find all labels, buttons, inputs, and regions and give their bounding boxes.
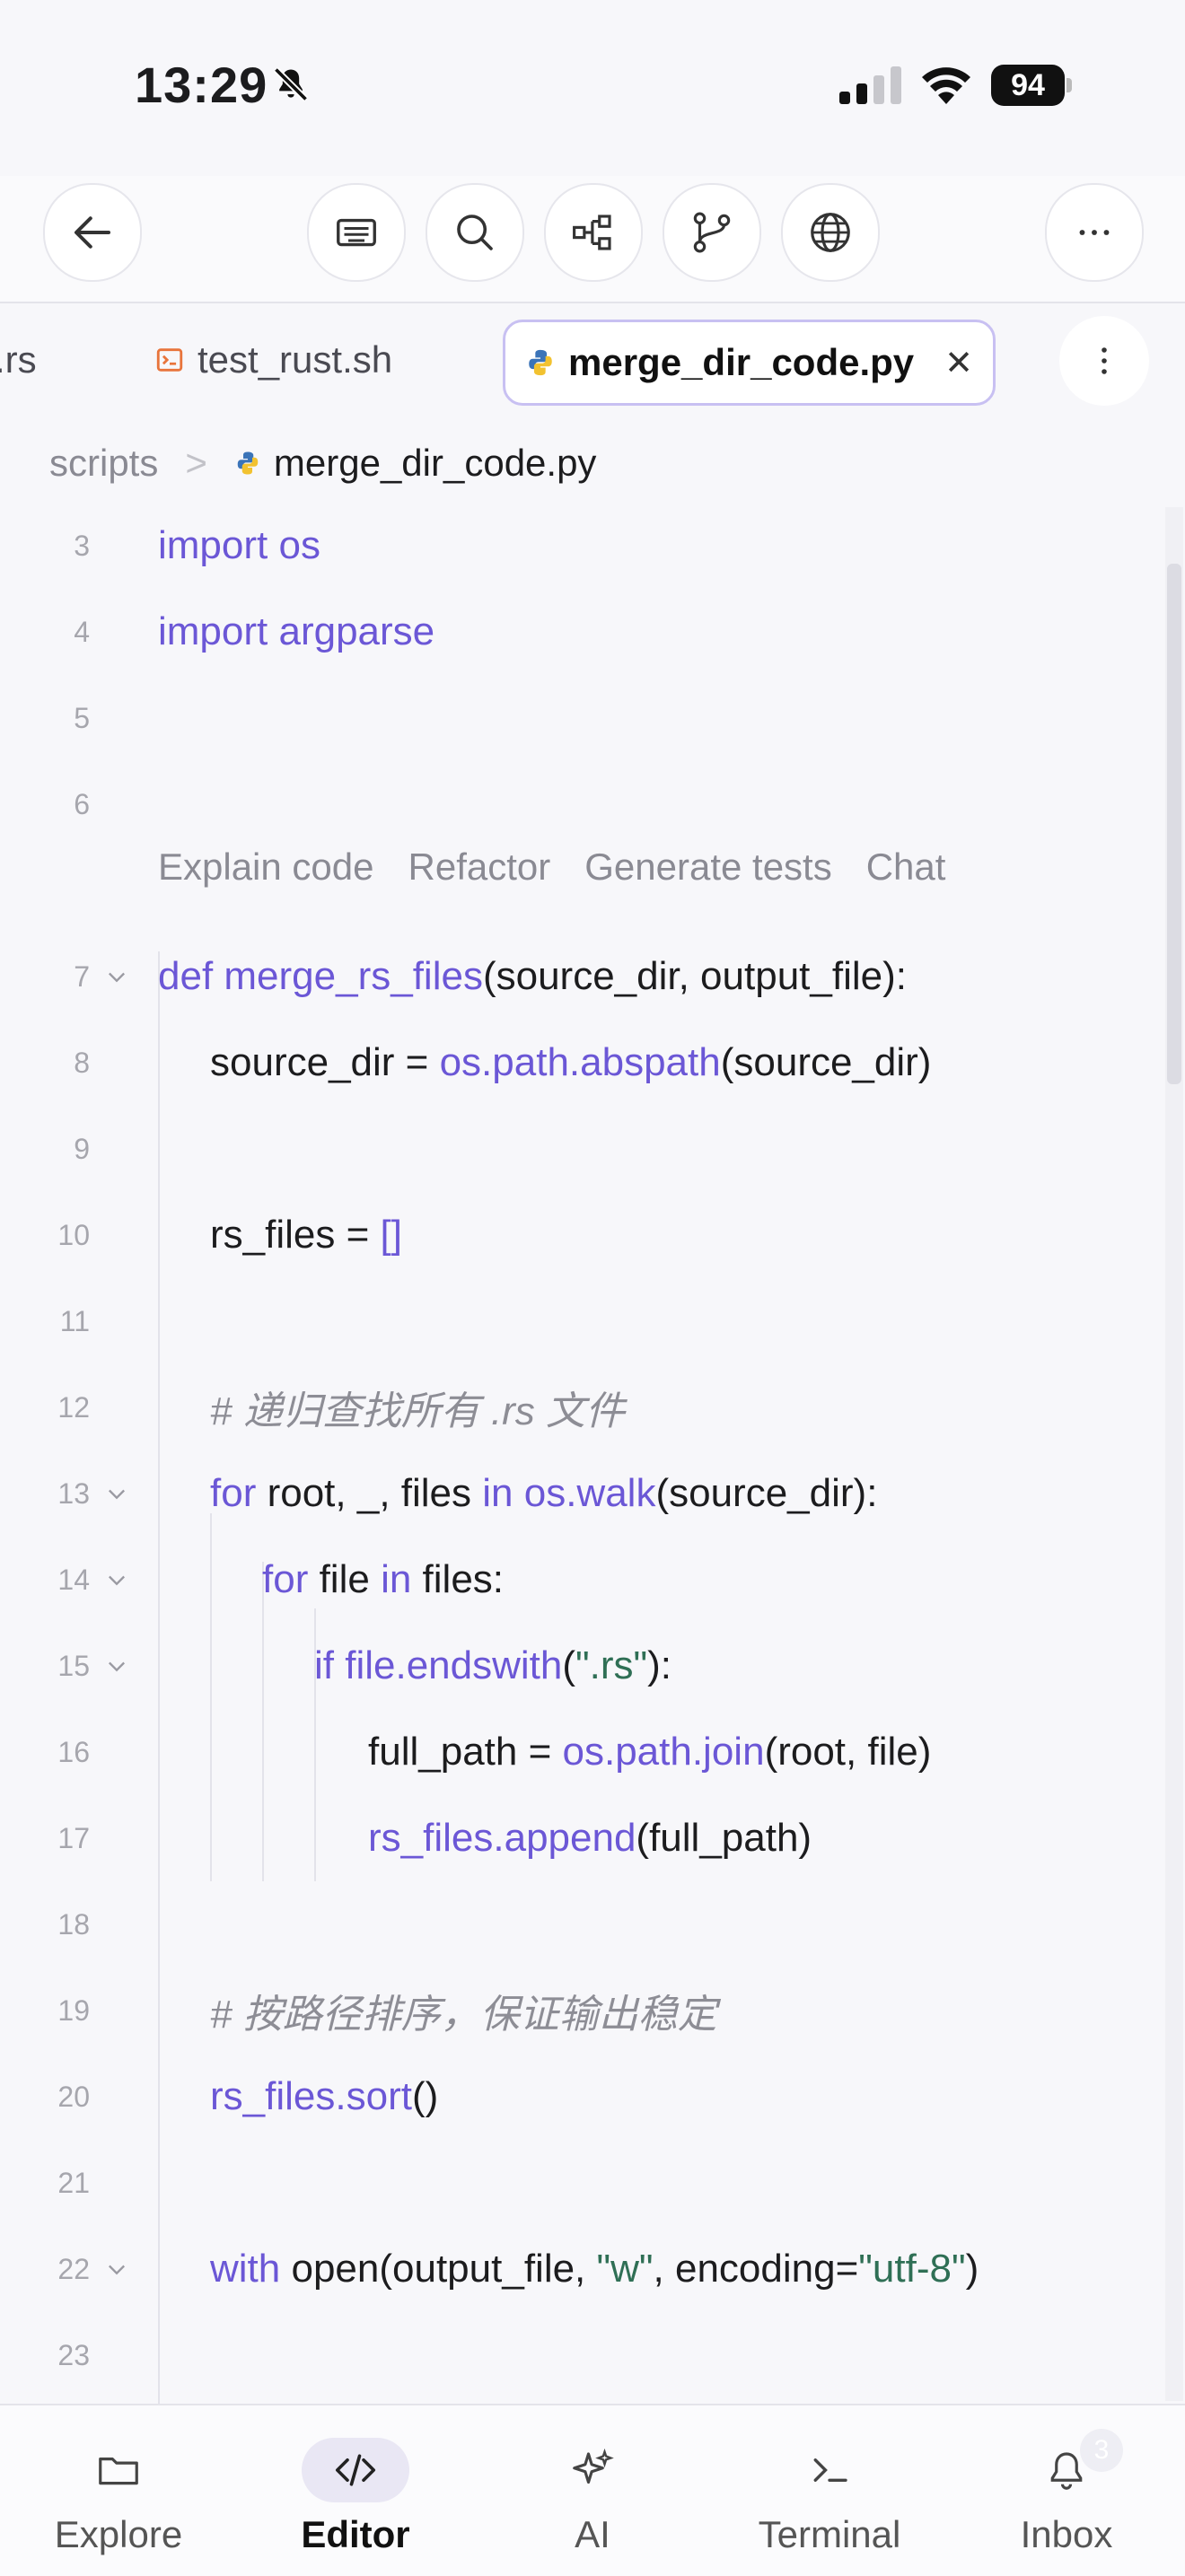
tab-label: .rs xyxy=(0,338,37,381)
battery-level: 94 xyxy=(991,65,1065,106)
code-line-22: 22 with open(output_file, "w", encoding=… xyxy=(57,2247,979,2291)
code-icon xyxy=(335,2454,376,2486)
python-file-icon xyxy=(529,349,552,376)
inbox-badge: 3 xyxy=(1080,2429,1123,2472)
chevron-right-icon: > xyxy=(185,442,207,484)
git-branch-button[interactable] xyxy=(663,183,761,282)
ellipsis-icon xyxy=(1079,230,1110,235)
cellular-signal-icon xyxy=(839,66,901,104)
nav-editor[interactable]: Editor xyxy=(257,2405,454,2576)
code-line-14: 14 for file in files: xyxy=(57,1557,505,1601)
nav-inbox[interactable]: Inbox 3 xyxy=(968,2405,1165,2576)
more-options-button[interactable] xyxy=(1045,183,1144,282)
fold-chevron-icon[interactable] xyxy=(104,1481,129,1506)
code-line-19: 19 # 按路径排序，保证输出稳定 xyxy=(57,1993,717,2037)
code-editor[interactable]: 3 import os 4 import argparse 5 6 Explai… xyxy=(0,503,1185,2404)
python-file-icon xyxy=(237,451,259,475)
keyboard-icon xyxy=(337,218,376,247)
code-line-23: 23 xyxy=(57,2338,90,2371)
code-line-17: 17 rs_files.append(full_path) xyxy=(57,1816,812,1860)
structure-button[interactable] xyxy=(544,183,643,282)
fold-chevron-icon[interactable] xyxy=(104,964,129,989)
code-line-7: 7 def merge_rs_files(source_dir, output_… xyxy=(74,954,907,998)
terminal-icon xyxy=(813,2458,847,2482)
shell-file-icon xyxy=(156,348,183,372)
close-tab-icon[interactable]: ✕ xyxy=(944,343,973,383)
outline-button[interactable] xyxy=(307,183,406,282)
file-tabs: .rs test_rust.sh merge_dir_code.py ✕ xyxy=(0,303,1185,420)
breadcrumb-folder[interactable]: scripts xyxy=(49,442,158,485)
tab-partial-rs[interactable]: .rs xyxy=(0,320,37,400)
generate-tests-link[interactable]: Generate tests xyxy=(584,846,831,889)
code-line-10: 10 rs_files = [] xyxy=(57,1213,402,1257)
tab-label: merge_dir_code.py xyxy=(568,341,915,383)
hierarchy-icon xyxy=(573,215,611,250)
sparkles-icon xyxy=(573,2448,614,2484)
status-bar: 13:29 94 xyxy=(0,0,1185,171)
status-time: 13:29 xyxy=(135,57,268,113)
browser-button[interactable] xyxy=(781,183,880,282)
code-line-4: 4 import argparse xyxy=(74,609,435,653)
battery-indicator: 94 xyxy=(991,65,1072,106)
tab-merge-dir-code-py[interactable]: merge_dir_code.py ✕ xyxy=(503,320,996,406)
search-icon xyxy=(457,215,493,250)
bottom-navigation: Explore Editor AI Terminal Inbox 3 xyxy=(0,2404,1185,2576)
code-line-20: 20 rs_files.sort() xyxy=(57,2074,439,2118)
vertical-ellipsis-icon xyxy=(1102,347,1107,374)
tab-test-rust-sh[interactable]: test_rust.sh xyxy=(154,320,392,400)
code-line-5: 5 xyxy=(74,701,90,734)
editor-scrollbar-thumb[interactable] xyxy=(1167,564,1181,1084)
fold-chevron-icon[interactable] xyxy=(104,1653,129,1678)
bell-muted-icon xyxy=(273,66,309,102)
back-button[interactable] xyxy=(43,183,142,282)
globe-icon xyxy=(811,213,850,252)
wifi-icon xyxy=(922,67,970,104)
code-line-16: 16 full_path = os.path.join(root, file) xyxy=(57,1730,932,1774)
fold-chevron-icon[interactable] xyxy=(104,1567,129,1592)
editor-toolbar xyxy=(0,176,1185,303)
code-lens-actions: Explain code Refactor Generate tests Cha… xyxy=(158,846,945,889)
nav-terminal[interactable]: Terminal xyxy=(731,2405,928,2576)
code-line-6: 6 xyxy=(74,787,90,820)
code-line-9: 9 xyxy=(74,1132,90,1165)
fold-chevron-icon[interactable] xyxy=(104,2256,129,2282)
tab-label: test_rust.sh xyxy=(198,338,393,381)
code-line-15: 15 if file.endswith(".rs"): xyxy=(57,1643,672,1687)
explain-code-link[interactable]: Explain code xyxy=(158,846,374,889)
code-line-11: 11 xyxy=(59,1304,90,1337)
breadcrumb: scripts > merge_dir_code.py xyxy=(49,442,596,485)
nav-ai[interactable]: AI xyxy=(494,2405,691,2576)
tabs-menu-button[interactable] xyxy=(1059,316,1149,406)
refactor-link[interactable]: Refactor xyxy=(408,846,551,889)
chat-link[interactable]: Chat xyxy=(866,846,946,889)
git-branch-icon xyxy=(693,212,731,253)
breadcrumb-file[interactable]: merge_dir_code.py xyxy=(274,442,597,485)
nav-explore[interactable]: Explore xyxy=(20,2405,217,2576)
code-line-12: 12 # 递归查找所有 .rs 文件 xyxy=(57,1389,626,1433)
search-button[interactable] xyxy=(426,183,524,282)
code-line-21: 21 xyxy=(57,2166,90,2199)
folder-icon xyxy=(99,2458,138,2485)
code-line-13: 13 for root, _, files in os.walk(source_… xyxy=(57,1471,878,1515)
code-line-18: 18 xyxy=(57,1907,90,1941)
code-line-3: 3 import os xyxy=(74,523,320,567)
arrow-left-icon xyxy=(74,216,111,249)
code-line-8: 8 source_dir = os.path.abspath(source_di… xyxy=(74,1040,932,1084)
